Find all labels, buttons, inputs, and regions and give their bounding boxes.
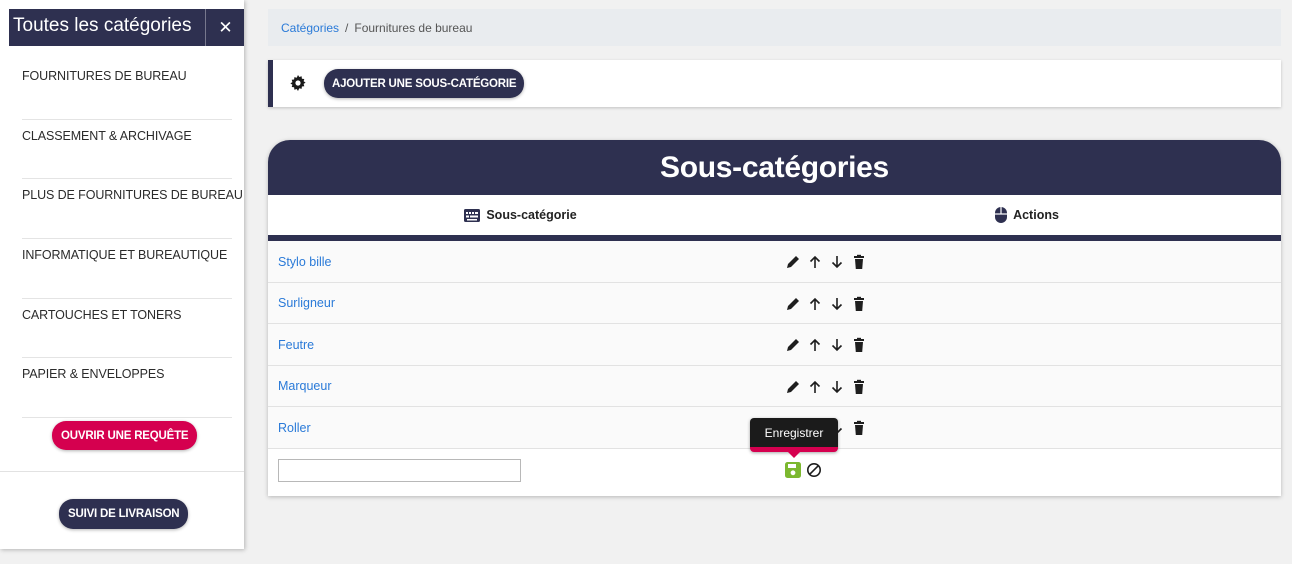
- open-request-button[interactable]: OUVRIR UNE REQUÊTE: [52, 421, 198, 450]
- cancel-icon[interactable]: [806, 462, 822, 478]
- breadcrumb-current: Fournitures de bureau: [354, 20, 473, 35]
- arrow-down-icon[interactable]: [829, 337, 845, 353]
- add-subcategory-button[interactable]: AJOUTER UNE SOUS-CATÉGORIE: [324, 69, 525, 98]
- row-actions: [785, 337, 867, 353]
- breadcrumb-link-categories[interactable]: Catégories: [281, 21, 339, 35]
- table-row: Stylo bille: [268, 241, 1281, 283]
- close-icon[interactable]: ✕: [205, 9, 245, 46]
- gear-icon: [290, 75, 306, 91]
- subcategory-link[interactable]: Marqueur: [278, 366, 332, 407]
- arrow-up-icon[interactable]: [807, 379, 823, 395]
- sidebar-item-papier-enveloppes[interactable]: PAPIER & ENVELOPPES: [22, 358, 232, 419]
- table-header-row: Sous-catégorie Actions: [268, 195, 1281, 241]
- sidebar-item-plus-de-fournitures[interactable]: PLUS DE FOURNITURES DE BUREAU: [22, 179, 243, 240]
- sidebar-item-classement-archivage[interactable]: CLASSEMENT & ARCHIVAGE: [22, 120, 232, 180]
- subcategory-link[interactable]: Surligneur: [278, 283, 335, 324]
- mouse-icon: [995, 207, 1008, 223]
- tooltip-text: Enregistrer: [764, 425, 824, 440]
- new-row-actions: [785, 461, 822, 478]
- sidebar-header: Toutes les catégories ✕: [9, 9, 244, 46]
- arrow-up-icon[interactable]: [807, 296, 823, 312]
- sidebar-divider: [0, 471, 244, 472]
- subcategory-link[interactable]: Feutre: [278, 324, 314, 365]
- row-actions: [785, 254, 867, 270]
- arrow-down-icon[interactable]: [829, 254, 845, 270]
- tooltip-arrow: [787, 451, 801, 458]
- pencil-icon[interactable]: [785, 379, 801, 395]
- save-tooltip: Enregistrer: [750, 418, 838, 458]
- table-row: Surligneur: [268, 282, 1281, 324]
- column-header-subcategory: Sous-catégorie: [268, 195, 773, 235]
- delivery-tracking-button[interactable]: SUIVI DE LIVRAISON: [59, 499, 189, 529]
- row-actions: [785, 296, 867, 312]
- subcategory-link[interactable]: Stylo bille: [278, 241, 332, 282]
- arrow-up-icon[interactable]: [807, 337, 823, 353]
- sidebar-title: Toutes les catégories: [13, 15, 192, 36]
- keyboard-icon: [464, 208, 481, 222]
- trash-icon[interactable]: [851, 296, 867, 312]
- new-subcategory-row: [268, 448, 1281, 492]
- save-icon[interactable]: [785, 461, 801, 478]
- arrow-up-icon[interactable]: [807, 254, 823, 270]
- pencil-icon[interactable]: [785, 296, 801, 312]
- column-label-actions: Actions: [1013, 208, 1059, 222]
- sidebar-item-cartouches-toners[interactable]: CARTOUCHES ET TONERS: [22, 299, 232, 359]
- trash-icon[interactable]: [851, 379, 867, 395]
- table-row: Feutre: [268, 324, 1281, 366]
- sidebar-item-informatique[interactable]: INFORMATIQUE ET BUREAUTIQUE: [22, 239, 232, 299]
- subcategory-link[interactable]: Roller: [278, 407, 311, 448]
- toolbar: AJOUTER UNE SOUS-CATÉGORIE: [268, 60, 1281, 107]
- sidebar-item-fournitures-de-bureau[interactable]: FOURNITURES DE BUREAU: [22, 60, 232, 120]
- new-subcategory-input[interactable]: [278, 458, 521, 482]
- row-actions: [785, 379, 867, 395]
- trash-icon[interactable]: [851, 254, 867, 270]
- table-row: Marqueur: [268, 365, 1281, 407]
- breadcrumb-separator: /: [345, 20, 349, 35]
- sidebar-category-list: FOURNITURES DE BUREAU CLASSEMENT & ARCHI…: [22, 60, 243, 419]
- column-label-subcategory: Sous-catégorie: [486, 208, 577, 222]
- trash-icon[interactable]: [851, 337, 867, 353]
- column-header-actions: Actions: [773, 195, 1281, 235]
- arrow-down-icon[interactable]: [829, 296, 845, 312]
- category-sidebar: Toutes les catégories ✕ FOURNITURES DE B…: [0, 0, 244, 549]
- arrow-down-icon[interactable]: [829, 379, 845, 395]
- trash-icon[interactable]: [851, 420, 867, 436]
- table-title: Sous-catégories: [268, 140, 1281, 195]
- breadcrumb: Catégories / Fournitures de bureau: [268, 9, 1281, 46]
- pencil-icon[interactable]: [785, 254, 801, 270]
- pencil-icon[interactable]: [785, 337, 801, 353]
